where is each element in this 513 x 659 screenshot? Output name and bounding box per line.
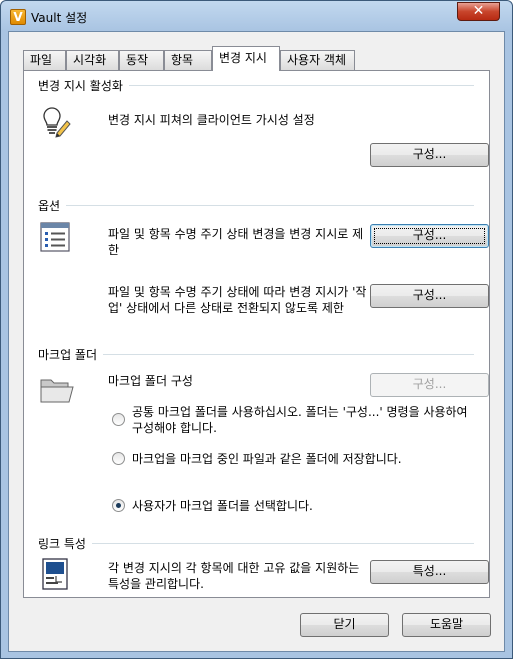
- lightbulb-pencil-icon: [43, 107, 71, 138]
- tab-behavior[interactable]: 동작: [119, 50, 164, 70]
- section-heading-link-properties: 링크 특성: [38, 535, 92, 552]
- settings-window: V Vault 설정 ✕ 파일 시각화 동작 항목 변경 지시 사용자 객체 변…: [0, 0, 513, 659]
- radio-label-same-folder: 마크업을 마크업 중인 파일과 같은 폴더에 저장합니다.: [132, 452, 402, 466]
- vault-app-icon: V: [10, 9, 26, 25]
- markup-folder-description: 마크업 폴더 구성: [108, 374, 193, 388]
- link-properties-icon: [42, 558, 68, 590]
- link-properties-button[interactable]: 특성...: [370, 560, 489, 584]
- options-item1-configure-button[interactable]: 구성...: [370, 224, 489, 248]
- divider: [38, 354, 474, 355]
- focus-ring: [374, 228, 485, 244]
- divider: [38, 543, 474, 544]
- section-heading-markup-folder: 마크업 폴더: [38, 346, 104, 363]
- radio-label-user-selects: 사용자가 마크업 폴더를 선택합니다.: [132, 499, 313, 513]
- options-item2-configure-button[interactable]: 구성...: [370, 284, 489, 308]
- radio-label-shared-folder: 공통 마크업 폴더를 사용하십시오. 폴더는 '구성...' 명령을 사용하여 …: [132, 405, 468, 435]
- radio-option-shared-folder[interactable]: 공통 마크업 폴더를 사용하십시오. 폴더는 '구성...' 명령을 사용하여 …: [112, 404, 482, 436]
- tab-visualization[interactable]: 시각화: [66, 50, 119, 70]
- section-heading-eco-visibility: 변경 지시 활성화: [38, 77, 129, 94]
- change-order-panel: 변경 지시 활성화 변경 지시 피쳐의 클라이언트 가시성 설정 구성... 옵…: [23, 70, 490, 598]
- section-heading-options: 옵션: [38, 197, 67, 214]
- open-folder-icon: [40, 379, 74, 403]
- options-item2-description: 파일 및 항목 수명 주기 상태에 따라 변경 지시가 '작업' 상태에서 다른…: [108, 285, 367, 315]
- link-properties-description: 각 변경 지시의 각 항목에 대한 고유 값을 지원하는 특성을 관리합니다.: [108, 561, 360, 591]
- radio-button-selected[interactable]: [112, 499, 125, 512]
- title-bar[interactable]: V Vault 설정 ✕: [1, 1, 512, 31]
- dialog-client-area: 파일 시각화 동작 항목 변경 지시 사용자 객체 변경 지시 활성화 변경 지…: [8, 31, 505, 652]
- tab-change-order[interactable]: 변경 지시: [212, 46, 280, 71]
- eco-visibility-description: 변경 지시 피쳐의 클라이언트 가시성 설정: [108, 113, 315, 127]
- tab-custom-objects[interactable]: 사용자 객체: [280, 50, 355, 70]
- close-window-button[interactable]: ✕: [457, 2, 500, 21]
- divider: [38, 205, 474, 206]
- radio-button[interactable]: [112, 452, 125, 465]
- window-title: Vault 설정: [31, 11, 88, 25]
- radio-button[interactable]: [112, 413, 125, 426]
- radio-option-user-selects[interactable]: 사용자가 마크업 폴더를 선택합니다.: [112, 498, 482, 516]
- radio-option-same-folder[interactable]: 마크업을 마크업 중인 파일과 같은 폴더에 저장합니다.: [112, 451, 482, 469]
- tab-file[interactable]: 파일: [23, 50, 66, 70]
- help-button[interactable]: 도움말: [402, 613, 491, 637]
- list-form-icon: [40, 222, 70, 252]
- markup-folder-configure-button[interactable]: 구성...: [370, 373, 489, 397]
- tab-items[interactable]: 항목: [164, 50, 212, 70]
- eco-visibility-configure-button[interactable]: 구성...: [370, 143, 489, 167]
- options-item1-description: 파일 및 항목 수명 주기 상태 변경을 변경 지시로 제한: [108, 227, 364, 257]
- close-button[interactable]: 닫기: [300, 613, 389, 637]
